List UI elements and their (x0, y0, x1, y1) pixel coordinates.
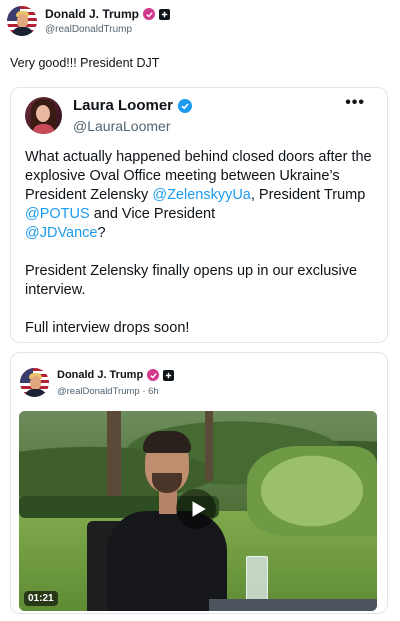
embedded-author-handle-time[interactable]: @realDonaldTrump · 6h (57, 386, 174, 397)
square-badge-icon (159, 8, 171, 20)
quoted-tweet-header: Laura Loomer @LauraLoomer (25, 97, 193, 134)
tweet-paragraph: What actually happened behind closed doo… (25, 148, 385, 243)
author-handle[interactable]: @realDonaldTrump (45, 24, 170, 35)
post-text: Very good!!! President DJT (10, 56, 160, 70)
embedded-post-header: Donald J. Trump @realDonaldTrump · 6h (20, 367, 175, 397)
more-icon[interactable]: ••• (345, 95, 365, 111)
embedded-author-name[interactable]: Donald J. Trump (57, 369, 143, 381)
quoted-tweet-card[interactable]: Laura Loomer @LauraLoomer ••• What actua… (10, 87, 388, 343)
quoted-author-handle[interactable]: @LauraLoomer (73, 118, 192, 134)
video-duration: 01:21 (24, 591, 58, 606)
post-header: Donald J. Trump @realDonaldTrump (7, 6, 171, 36)
mention-link[interactable]: @JDVance (25, 225, 97, 241)
tweet-paragraph: President Zelensky finally opens up in o… (25, 263, 358, 298)
play-icon (192, 501, 206, 517)
tweet-text-segment: ? (97, 225, 106, 241)
quoted-author-name[interactable]: Laura Loomer (73, 97, 173, 114)
play-button[interactable] (176, 489, 216, 529)
square-badge-icon (163, 369, 175, 381)
tweet-text-segment: , President Trump (250, 187, 366, 203)
embedded-post-card[interactable]: Donald J. Trump @realDonaldTrump · 6h 01… (10, 352, 388, 614)
video-player[interactable]: 01:21 (19, 411, 377, 611)
avatar[interactable] (7, 6, 37, 36)
tweet-text-segment: and Vice President (89, 206, 216, 222)
verified-badge-icon (147, 369, 160, 381)
avatar[interactable] (20, 367, 49, 397)
verified-badge-icon (143, 8, 156, 20)
author-name[interactable]: Donald J. Trump (45, 7, 139, 21)
verified-badge-icon (178, 98, 193, 113)
avatar[interactable] (25, 97, 62, 134)
mention-link[interactable]: @ZelenskyyUa (152, 187, 251, 203)
quoted-tweet-text: What actually happened behind closed doo… (25, 148, 385, 342)
mention-link[interactable]: @POTUS (25, 206, 90, 222)
tweet-paragraph: Full interview drops soon! (25, 320, 190, 336)
